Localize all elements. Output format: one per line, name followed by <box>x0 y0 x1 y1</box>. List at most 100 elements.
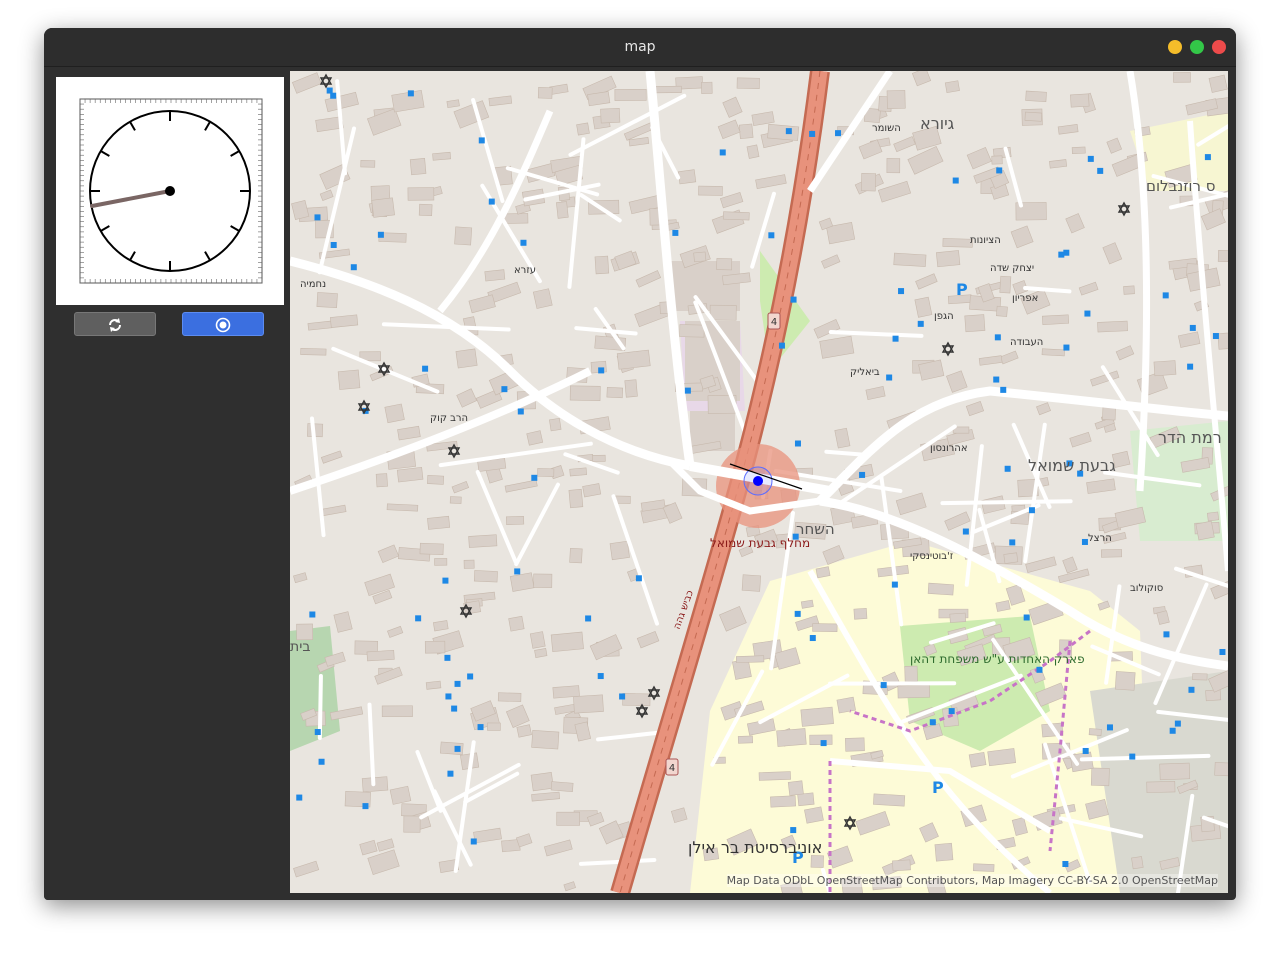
bus-stop-icon <box>809 635 816 642</box>
svg-text:העבודה: העבודה <box>1010 337 1043 348</box>
building <box>1205 689 1222 702</box>
label-givat-shmuel: גבעת שמואל <box>1028 456 1116 475</box>
building <box>844 737 865 752</box>
bus-stop-icon <box>929 719 936 726</box>
close-button[interactable] <box>1212 40 1226 54</box>
building <box>897 684 931 699</box>
bus-stop-icon <box>470 838 477 845</box>
building <box>531 730 560 750</box>
bus-stop-icon <box>1000 386 1007 393</box>
refresh-button[interactable] <box>74 312 156 336</box>
building <box>606 387 624 399</box>
bus-stop-icon <box>820 740 827 747</box>
clock-tick <box>100 225 110 232</box>
label-bar-ilan-university: אוניברסיטת בר אילן <box>688 838 822 857</box>
building <box>767 123 800 141</box>
building <box>516 724 532 738</box>
minimize-button[interactable] <box>1168 40 1182 54</box>
building <box>968 751 987 768</box>
building <box>746 144 760 159</box>
maximize-button[interactable] <box>1190 40 1204 54</box>
bus-stop-icon <box>684 387 691 394</box>
building <box>534 648 548 658</box>
building <box>770 795 796 808</box>
bus-stop-icon <box>585 615 592 622</box>
bus-stop-icon <box>454 745 461 752</box>
building <box>815 566 831 579</box>
map-canvas[interactable]: 4 4 P P P גיורא גבעת שמואל רמת הדר השחר … <box>290 71 1228 893</box>
bus-stop-icon <box>790 296 797 303</box>
bus-stop-icon <box>1212 333 1219 340</box>
svg-text:4: 4 <box>669 763 675 774</box>
label-rosenblum: ס רוזנבלום <box>1146 177 1216 195</box>
bus-stop-icon <box>794 610 801 617</box>
building <box>698 185 723 196</box>
building <box>1159 762 1191 781</box>
building <box>893 252 927 267</box>
bus-stop-icon <box>445 693 452 700</box>
building <box>1041 348 1065 357</box>
svg-text:יצחק שדה: יצחק שדה <box>990 263 1034 274</box>
bus-stop-icon <box>768 232 775 239</box>
building <box>1195 520 1215 541</box>
bus-stop-icon <box>1036 666 1043 673</box>
building <box>432 620 449 632</box>
refresh-icon <box>109 318 121 332</box>
building <box>812 623 838 632</box>
bus-stop-icon <box>326 87 333 94</box>
bus-stop-icon <box>1189 324 1196 331</box>
building <box>396 466 424 483</box>
building <box>904 665 918 682</box>
building <box>1042 314 1070 326</box>
building <box>741 574 762 592</box>
bus-stop-icon <box>1204 154 1211 161</box>
building <box>679 324 705 338</box>
building <box>1025 90 1047 103</box>
bus-stop-icon <box>993 376 1000 383</box>
building <box>927 582 954 596</box>
bus-stop-icon <box>898 288 905 295</box>
building <box>468 534 498 548</box>
svg-text:4: 4 <box>771 317 777 328</box>
building <box>758 771 791 781</box>
bus-stop-icon <box>891 581 898 588</box>
building <box>886 158 901 174</box>
building <box>497 692 522 702</box>
building <box>1090 767 1110 787</box>
bus-stop-icon <box>1004 465 1011 472</box>
building <box>973 863 995 872</box>
bus-stop-icon <box>1063 344 1070 351</box>
building <box>693 251 707 263</box>
building <box>425 680 442 690</box>
label-interchange: מחלף גבעת שמואל <box>710 536 810 550</box>
building <box>1153 360 1177 377</box>
building <box>701 81 713 94</box>
building <box>409 158 427 176</box>
building <box>800 706 834 727</box>
building <box>677 169 697 185</box>
building <box>569 547 583 564</box>
locate-button[interactable] <box>182 312 264 336</box>
building <box>804 806 824 824</box>
building <box>381 705 413 718</box>
building <box>316 292 338 309</box>
bus-stop-icon <box>314 214 321 221</box>
svg-text:ביאליק: ביאליק <box>850 367 880 378</box>
target-icon <box>215 317 231 333</box>
bus-stop-icon <box>917 320 924 327</box>
building <box>506 515 525 525</box>
building <box>424 640 446 654</box>
building <box>508 615 525 632</box>
building <box>1097 320 1128 333</box>
building <box>999 275 1012 294</box>
bus-stop-icon <box>478 137 485 144</box>
building <box>716 258 733 271</box>
bus-stop-icon <box>488 198 495 205</box>
building <box>1071 146 1086 155</box>
building <box>853 608 868 620</box>
bus-stop-icon <box>952 177 959 184</box>
building <box>614 88 647 101</box>
building <box>418 203 433 217</box>
heading-needle <box>90 189 172 208</box>
map-view[interactable]: 4 4 P P P גיורא גבעת שמואל רמת הדר השחר … <box>290 71 1228 893</box>
